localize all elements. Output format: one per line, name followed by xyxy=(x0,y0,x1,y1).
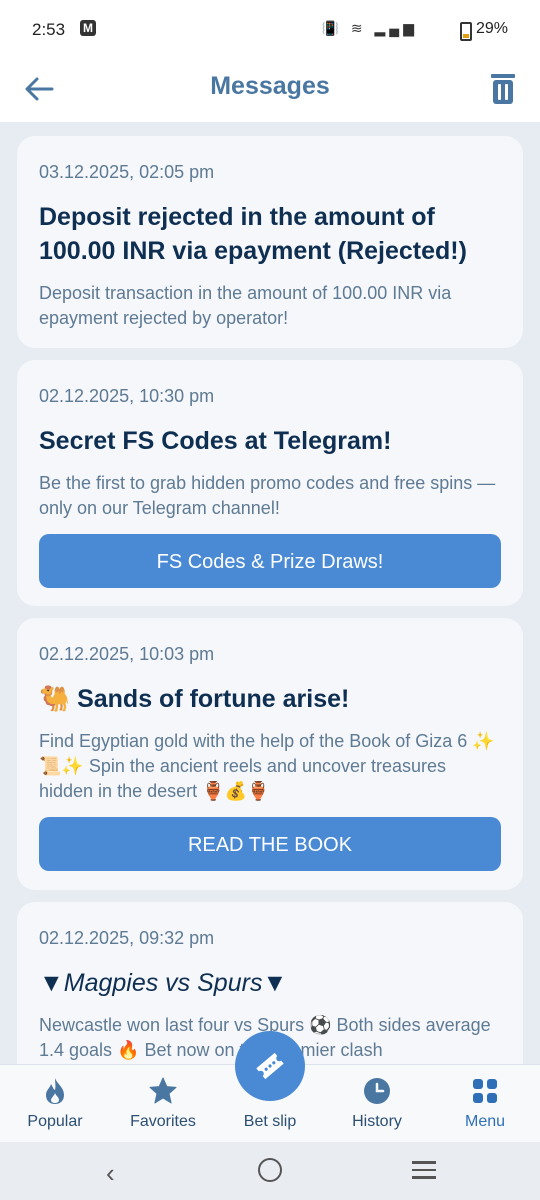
system-recents-icon[interactable] xyxy=(412,1161,436,1184)
carrier-badge: M xyxy=(80,20,96,36)
status-time: 2:53 xyxy=(32,20,66,39)
clock-icon xyxy=(363,1077,391,1105)
page-title: Messages xyxy=(210,72,330,100)
nav-label: Bet slip xyxy=(243,1113,297,1130)
message-body: Be the first to grab hidden promo codes … xyxy=(39,473,496,518)
message-date: 03.12.2025, 02:05 pm xyxy=(39,162,215,182)
star-icon xyxy=(149,1077,177,1105)
message-date: 02.12.2025, 10:03 pm xyxy=(39,644,215,664)
nav-label: Popular xyxy=(27,1113,83,1130)
system-home-icon[interactable] xyxy=(258,1158,282,1182)
bet-slip-button[interactable] xyxy=(235,1031,305,1101)
message-card[interactable]: 02.12.2025, 10:03 pm 🐫 Sands of fortune … xyxy=(17,618,523,890)
message-date: 02.12.2025, 10:30 pm xyxy=(39,386,215,406)
nav-popular[interactable]: Popular xyxy=(5,1065,105,1143)
trash-icon xyxy=(491,74,515,104)
grid-icon xyxy=(471,1077,499,1105)
nav-label: Favorites xyxy=(130,1113,196,1130)
message-body: Find Egyptian gold with the help of the … xyxy=(39,731,495,801)
nav-label: History xyxy=(352,1113,402,1130)
message-title: Secret FS Codes at Telegram! xyxy=(39,427,392,455)
system-nav-bar: ‹ xyxy=(0,1142,540,1200)
telegram-codes-button[interactable]: FS Codes & Prize Draws! xyxy=(39,534,501,588)
nav-history[interactable]: History xyxy=(327,1065,427,1143)
status-bar: 2:53 M 📳 ≋ ▂▄▆ 29% xyxy=(0,0,540,62)
system-back-icon[interactable]: ‹ xyxy=(106,1158,115,1189)
messages-list[interactable]: 03.12.2025, 02:05 pm Deposit rejected in… xyxy=(0,122,540,1064)
nav-menu[interactable]: Menu xyxy=(435,1065,535,1143)
delete-all-button[interactable] xyxy=(486,70,520,108)
read-the-book-button[interactable]: READ THE BOOK xyxy=(39,817,501,871)
message-title: Deposit rejected in the amount of 100.00… xyxy=(39,203,467,265)
app-header: Messages xyxy=(0,62,540,122)
message-card[interactable]: 03.12.2025, 02:05 pm Deposit rejected in… xyxy=(17,136,523,348)
message-date: 02.12.2025, 09:32 pm xyxy=(39,928,215,948)
ticket-icon xyxy=(256,1052,284,1080)
message-card[interactable]: 02.12.2025, 10:30 pm Secret FS Codes at … xyxy=(17,360,523,606)
nav-label: Menu xyxy=(464,1113,506,1130)
message-title: 🐫 Sands of fortune arise! xyxy=(39,685,350,713)
battery-icon xyxy=(460,22,472,41)
signal-wifi-icons: 📳 ≋ ▂▄▆ xyxy=(321,20,418,36)
message-title: ▼Magpies vs Spurs▼ xyxy=(39,969,288,997)
fire-icon xyxy=(41,1077,69,1105)
battery-level: 29% xyxy=(475,20,508,37)
nav-favorites[interactable]: Favorites xyxy=(113,1065,213,1143)
message-body: Deposit transaction in the amount of 100… xyxy=(39,283,452,328)
